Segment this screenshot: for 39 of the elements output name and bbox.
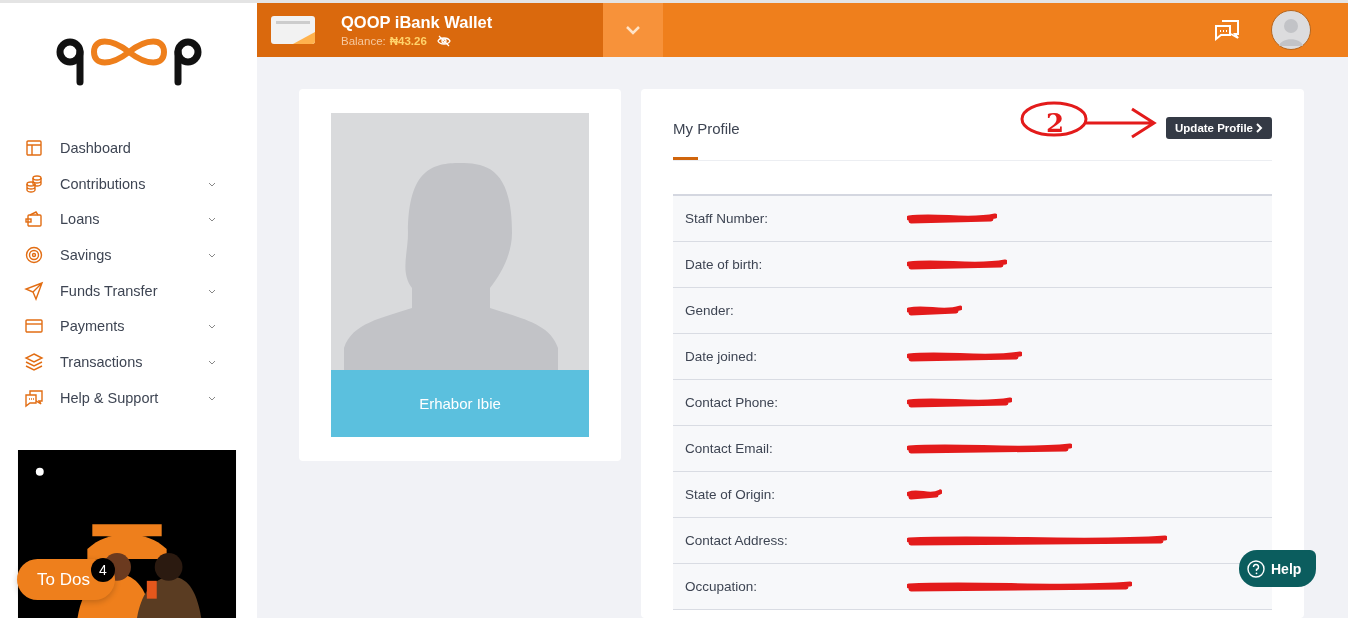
field-label: Date joined: [673, 333, 907, 379]
balance-amount: ₦43.26 [389, 35, 427, 47]
field-label: Contact Email: [673, 425, 907, 471]
update-profile-button[interactable]: Update Profile [1166, 117, 1272, 139]
avatar[interactable] [1271, 10, 1311, 50]
wallet-title: QOOP iBank Wallet [341, 13, 493, 32]
sidebar-item[interactable]: Transactions [0, 344, 257, 380]
sidebar-item[interactable]: Payments [0, 308, 257, 345]
field-label: Contact Phone: [673, 379, 907, 425]
field-label: Gender: [673, 287, 907, 333]
balance-label: Balance: [341, 35, 386, 47]
wallet-card-icon [271, 16, 315, 44]
chevron-right-icon [1256, 123, 1263, 133]
sidebar-item[interactable]: Funds Transfer [0, 272, 257, 309]
field-label: Staff Number: [673, 195, 907, 241]
help-button[interactable]: Help [1239, 550, 1316, 587]
menu-item-icon [24, 173, 44, 194]
field-label: Contact Address: [673, 517, 907, 563]
sidebar-item[interactable]: Dashboard [0, 130, 257, 166]
menu-item-icon [24, 387, 44, 408]
annotation-number: 2 [1045, 108, 1064, 138]
chevron-down-icon [625, 25, 641, 35]
profile-name: Erhabor Ibie [331, 370, 589, 437]
sidebar-item[interactable]: Contributions [0, 165, 257, 202]
sidebar-item[interactable]: Savings [0, 237, 257, 273]
chat-icon[interactable] [1215, 19, 1239, 41]
field-label: Date of birth: [673, 241, 907, 287]
field-label: State of Origin: [673, 471, 907, 517]
menu-item-icon [24, 280, 44, 301]
menu-item-icon [24, 209, 44, 230]
menu-item-icon [24, 137, 44, 158]
menu-item-icon [24, 352, 44, 372]
sidebar-item[interactable]: Help & Support [0, 379, 257, 416]
field-label: Occupation: [673, 563, 907, 609]
menu-item-icon [24, 244, 44, 265]
section-title: My Profile [673, 119, 740, 137]
eye-off-icon[interactable] [436, 35, 451, 47]
help-icon [1247, 559, 1265, 578]
sidebar-item[interactable]: Loans [0, 201, 257, 238]
